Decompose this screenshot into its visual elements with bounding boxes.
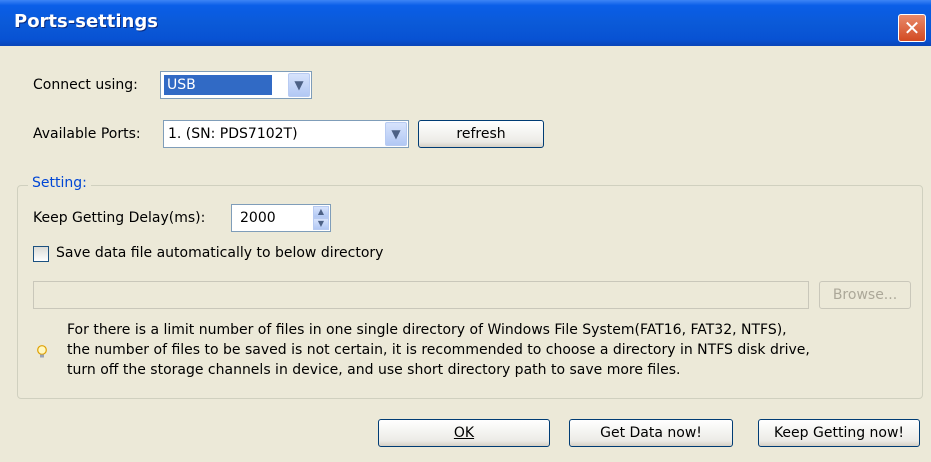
chevron-down-icon[interactable]: ▼ — [385, 122, 407, 146]
spin-up-icon[interactable]: ▲ — [313, 206, 329, 218]
delay-spinner[interactable]: 2000 ▲ ▼ — [231, 204, 331, 232]
note-line: For there is a limit number of files in … — [67, 322, 787, 338]
spin-down-icon[interactable]: ▼ — [313, 218, 329, 230]
keep-getting-now-button[interactable]: Keep Getting now! — [758, 419, 920, 447]
connect-using-value: USB — [164, 75, 272, 95]
chevron-down-icon[interactable]: ▼ — [288, 73, 310, 97]
refresh-button[interactable]: refresh — [418, 120, 544, 148]
ok-button[interactable]: OK — [378, 419, 550, 447]
title-bar[interactable]: Ports-settings ✕ — [0, 0, 931, 46]
connect-using-select[interactable]: USB ▼ — [160, 71, 312, 99]
save-automatically-label[interactable]: Save data file automatically to below di… — [56, 245, 383, 261]
close-icon[interactable]: ✕ — [898, 14, 926, 42]
window-title: Ports-settings — [14, 11, 158, 32]
delay-label: Keep Getting Delay(ms): — [33, 210, 206, 226]
directory-field[interactable] — [33, 281, 809, 309]
note-line: turn off the storage channels in device,… — [67, 362, 681, 378]
get-data-now-button[interactable]: Get Data now! — [569, 419, 733, 447]
delay-value: 2000 — [240, 210, 276, 226]
available-ports-select[interactable]: 1. (SN: PDS7102T) ▼ — [163, 120, 409, 148]
setting-group-title: Setting: — [28, 175, 91, 191]
note-line: the number of files to be saved is not c… — [67, 342, 810, 358]
lightbulb-icon — [37, 345, 47, 358]
ports-settings-dialog: Ports-settings ✕ Connect using: USB ▼ Av… — [0, 0, 931, 462]
available-ports-value: 1. (SN: PDS7102T) — [168, 126, 298, 142]
directory-note: For there is a limit number of files in … — [67, 320, 917, 380]
available-ports-label: Available Ports: — [33, 126, 141, 142]
browse-button[interactable]: Browse... — [819, 281, 911, 309]
connect-using-label: Connect using: — [33, 77, 138, 93]
save-automatically-checkbox[interactable] — [33, 246, 49, 262]
